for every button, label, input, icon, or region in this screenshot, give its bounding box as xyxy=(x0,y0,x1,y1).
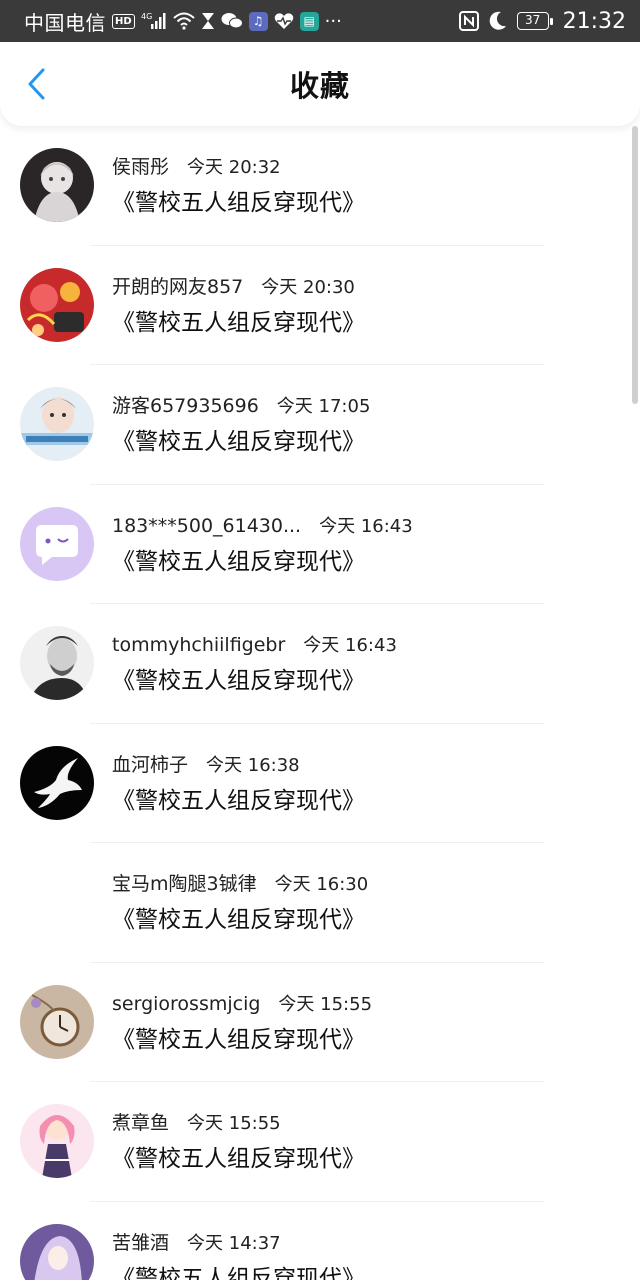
username: 血河柿子 xyxy=(112,753,189,776)
username: 宝马m陶腿3铖律 xyxy=(112,873,257,895)
list-item[interactable]: 血河柿子 今天 16:38 《警校五人组反穿现代》 xyxy=(0,724,640,843)
book-title[interactable]: 《警校五人组反穿现代》 xyxy=(112,1025,372,1055)
username: 苦雏酒 xyxy=(112,1231,170,1254)
favorites-list: 侯雨彤 今天 20:32 《警校五人组反穿现代》 开朗的网友857 今天 20:30… xyxy=(0,126,640,1280)
scrollbar[interactable] xyxy=(632,126,638,404)
health-icon xyxy=(274,12,294,30)
avatar[interactable] xyxy=(20,1104,94,1178)
list-item[interactable]: sergiorossmjcig 今天 15:55 《警校五人组反穿现代》 xyxy=(0,963,640,1082)
book-title[interactable]: 《警校五人组反穿现代》 xyxy=(112,308,365,338)
moon-icon xyxy=(489,11,507,31)
timestamp: 今天 15:55 xyxy=(278,993,373,1015)
list-item[interactable]: 开朗的网友857 今天 20:30 《警校五人组反穿现代》 xyxy=(0,246,640,365)
avatar[interactable] xyxy=(20,387,94,461)
username: tommyhchiilfigebr xyxy=(112,634,286,656)
timestamp: 今天 15:55 xyxy=(187,1113,281,1134)
timestamp: 今天 16:43 xyxy=(319,515,413,537)
avatar[interactable] xyxy=(20,865,94,939)
nfc-icon xyxy=(458,11,479,31)
avatar[interactable] xyxy=(20,1223,94,1280)
book-title[interactable]: 《警校五人组反穿现代》 xyxy=(112,547,413,577)
username: 煮章鱼 xyxy=(112,1112,170,1134)
wifi-icon xyxy=(173,12,195,30)
top-nav-bar: 收藏 xyxy=(0,42,640,126)
list-item[interactable]: 煮章鱼 今天 15:55 《警校五人组反穿现代》 xyxy=(0,1082,640,1202)
book-title[interactable]: 《警校五人组反穿现代》 xyxy=(112,427,370,457)
status-time: 21:32 xyxy=(562,8,626,34)
username: 游客657935696 xyxy=(112,395,259,417)
music-app-icon: ♫ xyxy=(248,11,268,31)
avatar[interactable] xyxy=(20,745,94,820)
battery-icon: 37 xyxy=(516,12,553,30)
timestamp: 今天 14:37 xyxy=(187,1232,281,1254)
avatar[interactable] xyxy=(20,626,94,700)
more-dots-icon: ··· xyxy=(324,10,342,32)
list-item[interactable]: 宝马m陶腿3铖律 今天 16:30 《警校五人组反穿现代》 xyxy=(0,843,640,963)
list-item[interactable]: 苦雏酒 今天 14:37 《警校五人组反穿现代》 xyxy=(0,1202,640,1280)
list-item[interactable]: 游客657935696 今天 17:05 《警校五人组反穿现代》 xyxy=(0,365,640,485)
avatar[interactable] xyxy=(20,267,94,342)
username: 开朗的网友857 xyxy=(112,275,244,298)
book-title[interactable]: 《警校五人组反穿现代》 xyxy=(112,786,365,816)
wechat-icon xyxy=(221,12,243,30)
avatar[interactable] xyxy=(20,506,94,581)
username: 183***500_61430... xyxy=(112,514,302,537)
list-item[interactable]: 侯雨彤 今天 20:32 《警校五人组反穿现代》 xyxy=(0,126,640,246)
signal-icon: 4G xyxy=(141,12,167,30)
book-title[interactable]: 《警校五人组反穿现代》 xyxy=(112,1264,365,1280)
book-title[interactable]: 《警校五人组反穿现代》 xyxy=(112,666,397,696)
hd-icon: HD xyxy=(112,13,135,29)
hourglass-icon xyxy=(201,12,215,30)
back-button[interactable] xyxy=(18,64,54,104)
timestamp: 今天 20:32 xyxy=(187,157,281,178)
carrier-name: 中国电信 xyxy=(24,10,106,35)
status-bar: 中国电信 HD 4G ♫ ▤ ··· 37 21:32 xyxy=(0,0,640,42)
list-item[interactable]: 183***500_61430... 今天 16:43 《警校五人组反穿现代》 xyxy=(0,485,640,604)
timestamp: 今天 16:38 xyxy=(206,754,300,776)
list-item[interactable]: tommyhchiilfigebr 今天 16:43 《警校五人组反穿现代》 xyxy=(0,604,640,724)
timestamp: 今天 16:30 xyxy=(274,874,369,895)
battery-level: 37 xyxy=(516,12,549,30)
timestamp: 今天 20:30 xyxy=(261,276,355,298)
username: 侯雨彤 xyxy=(112,156,170,178)
book-title[interactable]: 《警校五人组反穿现代》 xyxy=(112,1144,365,1174)
network-type: 4G xyxy=(141,12,152,21)
timestamp: 今天 17:05 xyxy=(276,396,371,417)
chevron-left-icon xyxy=(28,68,45,100)
avatar[interactable] xyxy=(20,984,94,1059)
reader-app-icon: ▤ xyxy=(299,11,319,31)
username: sergiorossmjcig xyxy=(112,992,261,1015)
book-title[interactable]: 《警校五人组反穿现代》 xyxy=(112,188,365,218)
timestamp: 今天 16:43 xyxy=(303,635,397,656)
book-title[interactable]: 《警校五人组反穿现代》 xyxy=(112,905,368,935)
avatar[interactable] xyxy=(20,148,94,222)
page-title: 收藏 xyxy=(289,69,350,103)
